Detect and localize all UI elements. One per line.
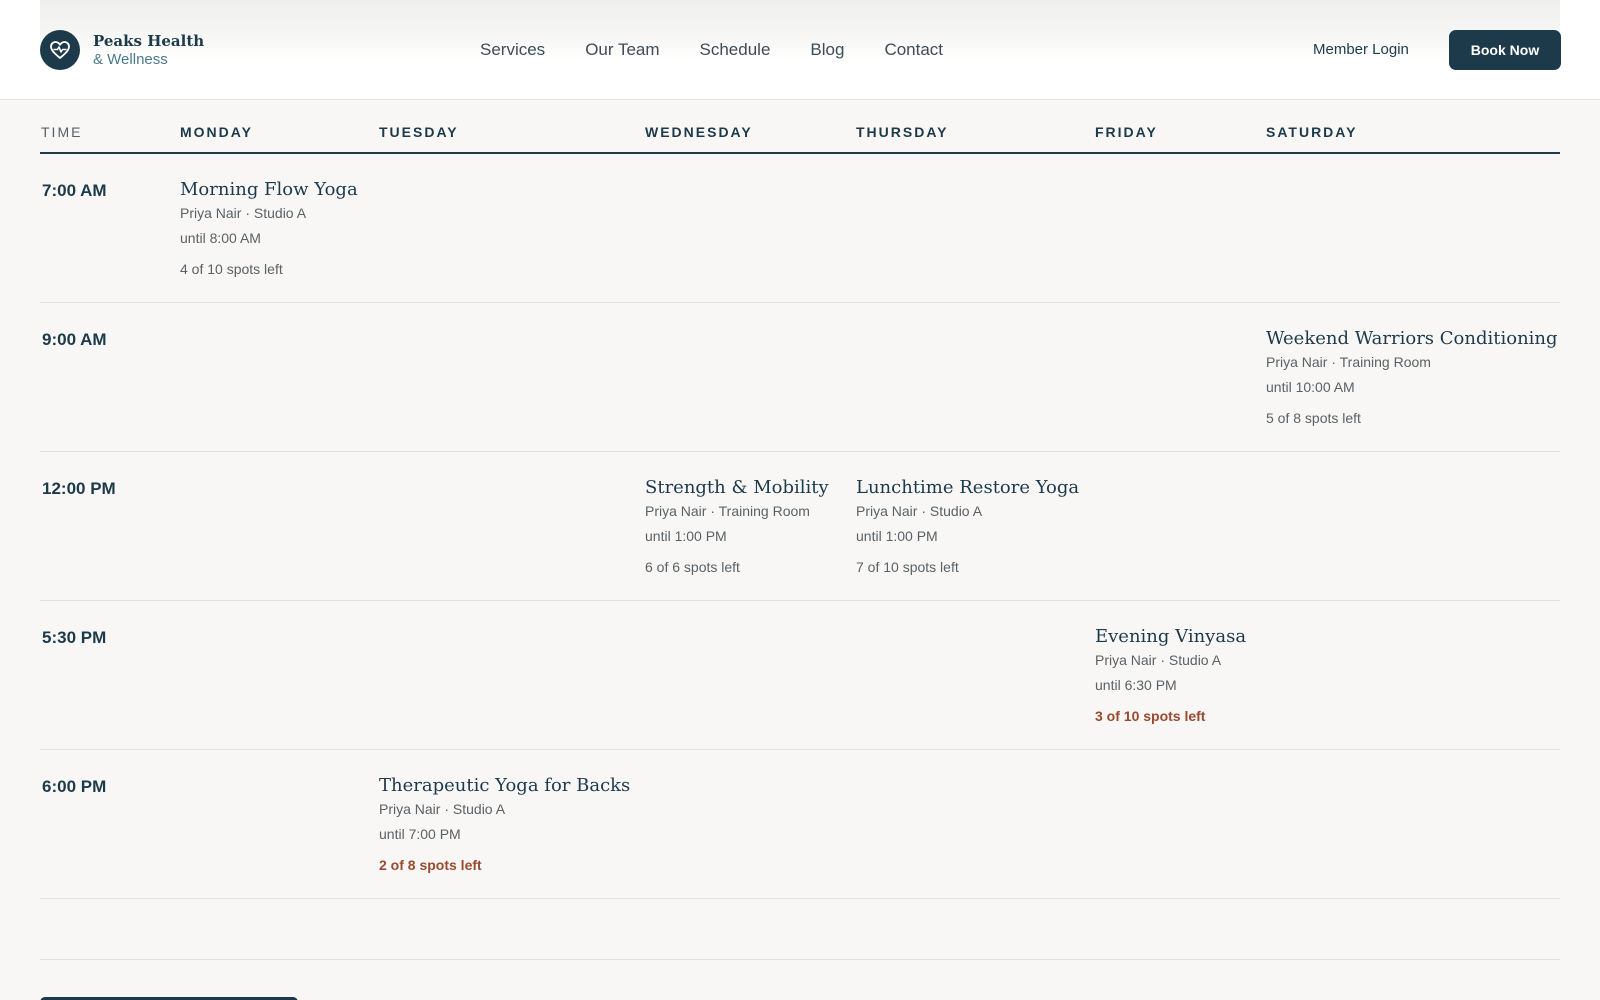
nav-link-our-team[interactable]: Our Team <box>585 38 659 62</box>
class-end-time: until 7:00 PM <box>379 826 461 842</box>
class-name: Strength & Mobility <box>645 477 829 498</box>
class-end-time: until 1:00 PM <box>856 528 938 544</box>
class-card[interactable]: Lunchtime Restore Yoga Priya Nair · Stud… <box>856 476 1079 576</box>
column-header-saturday: SATURDAY <box>1266 124 1358 140</box>
weekly-schedule-table: TIME MONDAY TUESDAY WEDNESDAY THURSDAY F… <box>40 100 1560 960</box>
brand-logo-link[interactable]: Peaks Health & Wellness <box>40 30 204 70</box>
class-end-time: until 6:30 PM <box>1095 677 1177 693</box>
brand-subtitle: & Wellness <box>93 50 168 68</box>
book-now-button[interactable]: Book Now <box>1449 30 1561 70</box>
slot-time: 7:00 AM <box>42 181 107 200</box>
class-instructor-room: Priya Nair · Training Room <box>645 503 810 519</box>
column-header-time: TIME <box>41 124 83 140</box>
slot-time: 9:00 AM <box>42 330 107 349</box>
site-header: Peaks Health & Wellness Services Our Tea… <box>0 0 1600 100</box>
time-slot-row: 9:00 AM Weekend Warriors Conditioning Pr… <box>40 303 1560 452</box>
class-card[interactable]: Strength & Mobility Priya Nair · Trainin… <box>645 476 829 576</box>
class-instructor-room: Priya Nair · Studio A <box>180 205 307 221</box>
slot-time: 6:00 PM <box>42 777 107 796</box>
time-slot-row: 6:00 PM Therapeutic Yoga for Backs Priya… <box>40 750 1560 899</box>
class-instructor-room: Priya Nair · Studio A <box>1095 652 1222 668</box>
class-name: Therapeutic Yoga for Backs <box>379 775 631 796</box>
schedule-header-row: TIME MONDAY TUESDAY WEDNESDAY THURSDAY F… <box>40 100 1560 154</box>
time-slot-row: 7:00 AM Morning Flow Yoga Priya Nair · S… <box>40 154 1560 303</box>
class-card[interactable]: Evening Vinyasa Priya Nair · Studio A un… <box>1095 625 1246 725</box>
class-instructor-room: Priya Nair · Studio A <box>379 801 506 817</box>
nav-link-contact[interactable]: Contact <box>884 38 943 62</box>
class-card[interactable]: Therapeutic Yoga for Backs Priya Nair · … <box>379 774 630 874</box>
class-spots-left: 7 of 10 spots left <box>856 559 959 575</box>
main-nav: Services Our Team Schedule Blog Contact <box>480 38 983 62</box>
class-spots-left: 2 of 8 spots left <box>379 857 482 873</box>
schedule-empty-row <box>40 899 1560 960</box>
nav-link-services[interactable]: Services <box>480 38 545 62</box>
nav-link-blog[interactable]: Blog <box>810 38 844 62</box>
class-instructor-room: Priya Nair · Training Room <box>1266 354 1431 370</box>
class-spots-left: 3 of 10 spots left <box>1095 708 1206 724</box>
brand-name: Peaks Health <box>93 31 205 50</box>
nav-link-schedule[interactable]: Schedule <box>700 38 771 62</box>
class-name: Weekend Warriors Conditioning <box>1266 328 1558 349</box>
class-name: Evening Vinyasa <box>1095 626 1247 647</box>
class-spots-left: 5 of 8 spots left <box>1266 410 1361 426</box>
time-slot-row: 5:30 PM Evening Vinyasa Priya Nair · Stu… <box>40 601 1560 750</box>
heart-pulse-icon <box>40 30 80 70</box>
class-instructor-room: Priya Nair · Studio A <box>856 503 983 519</box>
member-login-link[interactable]: Member Login <box>1313 38 1409 62</box>
class-name: Morning Flow Yoga <box>180 179 358 200</box>
class-card[interactable]: Weekend Warriors Conditioning Priya Nair… <box>1266 327 1558 427</box>
slot-time: 12:00 PM <box>42 479 116 498</box>
class-end-time: until 10:00 AM <box>1266 379 1355 395</box>
brand-text: Peaks Health & Wellness <box>93 32 204 69</box>
column-header-thursday: THURSDAY <box>856 124 949 140</box>
column-header-wednesday: WEDNESDAY <box>645 124 753 140</box>
column-header-tuesday: TUESDAY <box>379 124 459 140</box>
time-slot-row: 12:00 PM Strength & Mobility Priya Nair … <box>40 452 1560 601</box>
class-end-time: until 8:00 AM <box>180 230 261 246</box>
column-header-monday: MONDAY <box>180 124 253 140</box>
class-card[interactable]: Morning Flow Yoga Priya Nair · Studio A … <box>180 178 358 278</box>
class-spots-left: 6 of 6 spots left <box>645 559 740 575</box>
slot-time: 5:30 PM <box>42 628 107 647</box>
class-name: Lunchtime Restore Yoga <box>856 477 1080 498</box>
class-end-time: until 1:00 PM <box>645 528 727 544</box>
column-header-friday: FRIDAY <box>1095 124 1158 140</box>
class-spots-left: 4 of 10 spots left <box>180 261 283 277</box>
